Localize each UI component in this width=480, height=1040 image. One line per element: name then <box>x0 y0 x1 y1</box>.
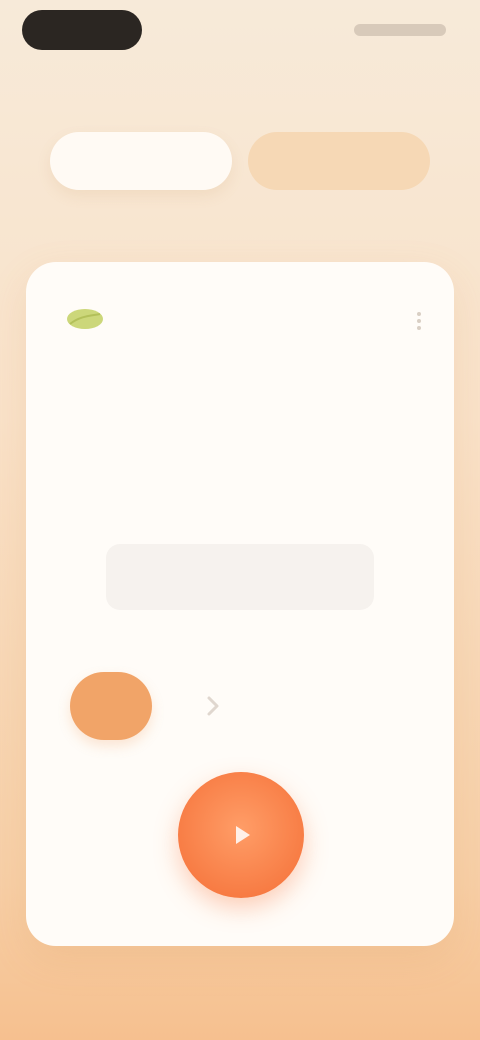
more-icon[interactable] <box>408 310 430 332</box>
control-row <box>70 670 420 742</box>
status-pill <box>22 10 142 50</box>
start-button[interactable] <box>178 772 304 898</box>
secondary-action-button[interactable] <box>70 672 152 740</box>
tab-secondary[interactable] <box>248 132 430 190</box>
chevron-right-icon[interactable] <box>200 693 226 719</box>
mode-tabs <box>50 132 430 190</box>
timer-display <box>106 544 374 610</box>
status-indicators <box>354 24 446 36</box>
leaf-icon <box>67 309 103 329</box>
play-icon <box>236 826 250 844</box>
tab-primary[interactable] <box>50 132 232 190</box>
